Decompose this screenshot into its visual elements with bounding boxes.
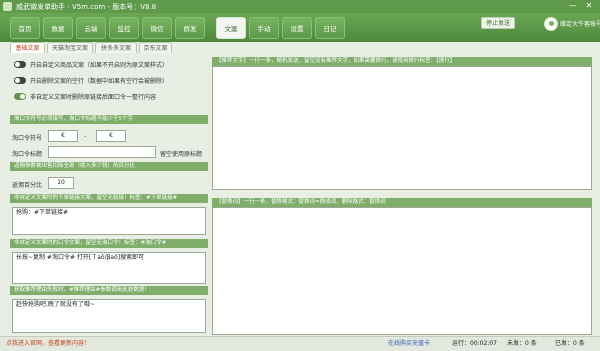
title-bar: 威武微发单助手 - V5m.com - 版本号：V8.8 — ✕: [0, 0, 600, 13]
tkl-section-header: 淘口令符号必须填写，淘口令标题不能少于5个字: [10, 115, 208, 124]
unsent-count: 未发：0 条: [507, 340, 537, 347]
tab-broadcast[interactable]: 群发: [175, 17, 205, 39]
custom-copy-toggle[interactable]: [14, 61, 26, 68]
recommend-text-header: 【推荐文字】一行一条，随机发送，留空没有推荐文字，如果需要换行，请使用换行标签：…: [212, 57, 592, 66]
tab-copywriting[interactable]: 文案: [216, 17, 246, 39]
option-label: 非自定义文案时删除原链接后面口令一整行内容: [30, 94, 157, 101]
tkl-symbol-dash: -: [84, 133, 87, 140]
subtab-pinduoduo[interactable]: 拼多多文案: [95, 42, 137, 53]
status-bar: 点我进入官网，查看更新内容！ 在线购买充值卡 运行： 00:02:07 未发：0…: [0, 336, 600, 351]
ratio-label: 返佣百分比: [12, 182, 43, 189]
tab-monitor[interactable]: 监控: [109, 17, 139, 39]
tkl-text-header: 非自定义文案时的口令文案，留空无淘口令！标签：#淘口令#: [10, 239, 208, 248]
replace-words-header: 【替换词】一行一条，替换格式：替换词=换成词，删除格式：替换词: [212, 198, 592, 207]
minimize-button[interactable]: —: [566, 1, 580, 11]
remove-blank-lines-toggle[interactable]: [14, 77, 26, 84]
subtab-tmall-taobao[interactable]: 天猫淘宝文案: [47, 42, 93, 53]
tab-data[interactable]: 数据: [43, 17, 73, 39]
ratio-row: 返佣百分比 10: [10, 177, 208, 189]
order-text-input[interactable]: 抢购：#下单链接#: [12, 207, 206, 235]
ratio-section-header: 返佣参数被出售扣除全部（收入多少钱）的百分比: [10, 162, 208, 171]
replace-words-input[interactable]: [212, 207, 592, 335]
tkl-title-hint: 留空使用原标题: [160, 151, 203, 158]
username: 维定大牛客账号: [560, 21, 600, 28]
sent-count: 已发：0 条: [555, 340, 585, 347]
option-label: 开启删除文案的空行（数据中如果有空行会被删除）: [30, 78, 169, 85]
update-link[interactable]: 点我进入官网，查看更新内容！: [6, 337, 90, 350]
delete-link-line-toggle[interactable]: [14, 93, 26, 100]
subtab-basic[interactable]: 基础文案: [10, 42, 45, 53]
window-title: 威武微发单助手 - V5m.com - 版本号：V8.8: [16, 3, 157, 11]
subtab-jd[interactable]: 京东文案: [139, 42, 172, 53]
buy-card-link[interactable]: 在线购买充值卡: [388, 337, 430, 350]
tab-log[interactable]: 日记: [315, 17, 345, 39]
tkl-title-row: 淘口令标题 留空使用原标题: [10, 146, 208, 158]
tkl-text-input[interactable]: 长按~复制 #淘口令# 打开[Ｔaǒ/βaǒ]搜索即可: [12, 252, 206, 284]
run-time: 00:02:07: [470, 340, 497, 347]
tab-manual[interactable]: 手动: [249, 17, 279, 39]
ratio-input[interactable]: 10: [48, 177, 74, 189]
tkl-symbol-row: 淘口令符号 € - €: [10, 130, 208, 142]
run-label: 运行：: [452, 340, 471, 347]
window-controls: — ✕: [566, 1, 596, 11]
app-logo-icon: [3, 2, 12, 11]
order-text-header: 非自定义文案时的下单链接文案，留空无链接！标签：#下单链接#: [10, 194, 208, 203]
reason-text-input[interactable]: 赶快抢购吧,晚了就没有了哦~: [12, 299, 206, 333]
tkl-title-input[interactable]: [48, 146, 156, 158]
tab-cloud[interactable]: 云端: [76, 17, 106, 39]
tkl-title-label: 淘口令标题: [12, 151, 43, 158]
option-label: 开启自定义商品文案（如果不开启则为原文案样式）: [30, 62, 169, 69]
reason-text-header: 获取推荐理由失败时，#推荐理由#参数调用此处数据！: [10, 286, 208, 295]
tkl-symbol-right-input[interactable]: €: [96, 130, 126, 142]
close-button[interactable]: ✕: [582, 1, 596, 11]
avatar[interactable]: [544, 17, 558, 31]
left-settings-panel: 开启自定义商品文案（如果不开启则为原文案样式） 开启删除文案的空行（数据中如果有…: [10, 54, 208, 336]
tab-settings[interactable]: 设置: [282, 17, 312, 39]
tkl-symbol-left-input[interactable]: €: [48, 130, 78, 142]
tab-home[interactable]: 首页: [10, 17, 40, 39]
recommend-text-input[interactable]: [212, 66, 592, 190]
tab-wechat[interactable]: 微信: [142, 17, 172, 39]
tkl-symbol-label: 淘口令符号: [12, 135, 43, 142]
stop-send-button[interactable]: 停止发送: [481, 17, 515, 29]
